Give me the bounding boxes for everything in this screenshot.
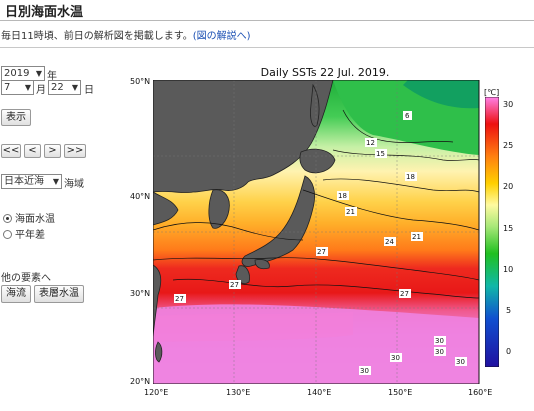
prev-date-button[interactable]: < (24, 144, 41, 158)
colorbar-tick: 10 (503, 265, 514, 274)
chevron-down-icon: ▼ (71, 83, 78, 92)
layer-radio-sst[interactable]: 海面水温 (3, 210, 55, 225)
guide-link[interactable]: (図の解説へ) (193, 31, 251, 42)
lon-label: 140°E (307, 388, 332, 397)
region-value: 日本近海 (4, 176, 44, 187)
description-text: 毎日11時頃、前日の解析図を掲載します。 (1, 31, 193, 42)
page-header: 日別海面水温 (0, 0, 534, 21)
lat-label: 30°N (130, 289, 151, 298)
contour-label: 27 (317, 248, 326, 256)
divider (0, 47, 534, 48)
day-select[interactable]: 22 ▼ (48, 80, 81, 95)
last-date-button[interactable]: >> (64, 144, 86, 158)
colorbar-tick: 30 (503, 100, 514, 109)
month-suffix: 月 (36, 85, 46, 96)
colorbar-tick: 15 (503, 224, 514, 233)
lon-label: 150°E (388, 388, 413, 397)
contour-label: 30 (360, 367, 369, 375)
colorbar-tick: 0 (506, 347, 512, 356)
contour-label: 21 (412, 233, 421, 241)
month-value: 7 (4, 82, 11, 93)
warm-water-patch (153, 312, 353, 342)
contour-label: 30 (456, 358, 465, 366)
contour-label: 27 (230, 281, 239, 289)
contour-label: 18 (338, 192, 347, 200)
colorbar-tick: 20 (503, 182, 514, 191)
region-label: 海域 (64, 179, 84, 190)
next-date-button[interactable]: > (44, 144, 61, 158)
contour-label: 30 (391, 354, 400, 362)
lat-label: 50°N (130, 77, 151, 86)
contour-label: 18 (406, 173, 415, 181)
layer-label: 平年差 (15, 230, 45, 241)
page-description: 毎日11時頃、前日の解析図を掲載します。(図の解説へ) (1, 27, 251, 42)
contour-label: 6 (405, 112, 410, 120)
page-title: 日別海面水温 (5, 5, 84, 20)
map-title: Daily SSTs 22 Jul. 2019. (260, 66, 390, 79)
layer-radio-anomaly[interactable]: 平年差 (3, 226, 45, 241)
first-date-button[interactable]: << (1, 144, 21, 158)
lat-label: 20°N (130, 377, 151, 386)
current-button[interactable]: 海流 (1, 285, 31, 303)
other-elements-label: 他の要素へ (1, 273, 51, 284)
contour-label: 27 (400, 290, 409, 298)
sst-colorbar (485, 97, 499, 367)
contour-label: 30 (435, 348, 444, 356)
contour-label: 24 (385, 238, 394, 246)
subsurface-temp-button[interactable]: 表層水温 (34, 285, 84, 303)
lon-label: 130°E (226, 388, 251, 397)
chevron-down-icon: ▼ (24, 83, 31, 92)
colorbar-unit: [℃] (484, 88, 500, 97)
contour-label: 21 (346, 208, 355, 216)
chevron-down-icon: ▼ (52, 177, 59, 186)
day-suffix: 日 (84, 85, 94, 96)
contour-label: 27 (175, 295, 184, 303)
show-button[interactable]: 表示 (1, 109, 31, 126)
region-select[interactable]: 日本近海 ▼ (1, 174, 62, 189)
sst-map: 6 12 15 18 18 21 21 24 27 27 27 27 30 30… (153, 80, 480, 384)
contour-label: 12 (366, 139, 375, 147)
lat-label: 40°N (130, 192, 151, 201)
day-value: 22 (51, 82, 64, 93)
colorbar-tick: 5 (506, 306, 512, 315)
radio-checked-icon (3, 214, 12, 223)
contour-label: 15 (376, 150, 385, 158)
chevron-down-icon: ▼ (35, 69, 42, 78)
lon-label: 160°E (468, 388, 493, 397)
year-value: 2019 (4, 68, 30, 79)
layer-label: 海面水温 (15, 214, 55, 225)
colorbar-tick: 25 (503, 141, 514, 150)
contour-label: 30 (435, 337, 444, 345)
month-select[interactable]: 7 ▼ (1, 80, 34, 95)
radio-unchecked-icon (3, 230, 12, 239)
lon-label: 120°E (144, 388, 169, 397)
year-select[interactable]: 2019 ▼ (1, 66, 45, 81)
